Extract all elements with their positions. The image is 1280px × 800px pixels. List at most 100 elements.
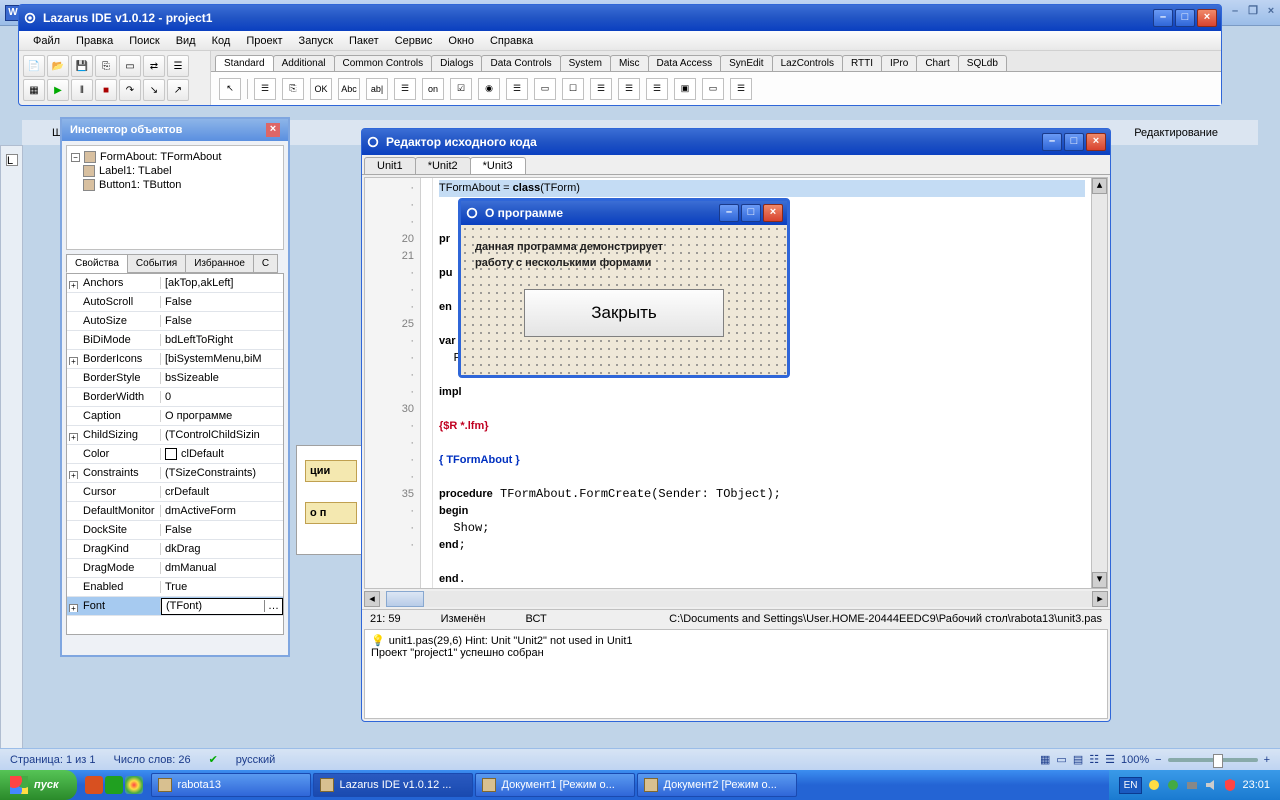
prop-font[interactable]: +Font(TFont)… [67,597,283,616]
build-success-message[interactable]: Проект "project1" успешно собран [371,647,1101,659]
taskbar-task[interactable]: Lazarus IDE v1.0.12 ... [313,773,473,797]
inspector-component-tree[interactable]: − FormAbout: TFormAbout Label1: TLabel B… [66,145,284,250]
palette-component-8[interactable]: ◉ [478,78,500,100]
menu-окно[interactable]: Окно [442,33,480,49]
arrow-tool[interactable]: ↖ [219,78,241,100]
zoom-value[interactable]: 100% [1121,754,1149,766]
comp-tab-rtti[interactable]: RTTI [842,55,882,71]
save-all-button[interactable]: ⎘ [95,55,117,77]
menu-вид[interactable]: Вид [170,33,202,49]
menu-сервис[interactable]: Сервис [389,33,439,49]
inspector-tab-0[interactable]: Свойства [66,254,128,273]
comp-tab-synedit[interactable]: SynEdit [720,55,772,71]
step-into-button[interactable]: ↘ [143,79,165,101]
tree-node[interactable]: Button1: TButton [71,178,279,192]
menu-файл[interactable]: Файл [27,33,66,49]
tree-node[interactable]: − FormAbout: TFormAbout [71,150,279,164]
ql-icon-2[interactable] [105,776,123,794]
prop-childsizing[interactable]: +ChildSizing(TControlChildSizin [67,426,283,445]
palette-component-16[interactable]: ▭ [702,78,724,100]
comp-tab-standard[interactable]: Standard [215,55,274,71]
zoom-out[interactable]: − [1155,754,1161,766]
palette-component-14[interactable]: ☰ [646,78,668,100]
tray-icon-2[interactable] [1166,778,1180,792]
tree-node[interactable]: Label1: TLabel [71,164,279,178]
save-button[interactable]: 💾 [71,55,93,77]
word-language[interactable]: русский [236,754,275,766]
comp-tab-system[interactable]: System [560,55,611,71]
palette-component-2[interactable]: OK [310,78,332,100]
stop-button[interactable]: ■ [95,79,117,101]
step-over-button[interactable]: ↷ [119,79,141,101]
hint-message[interactable]: 💡unit1.pas(29,6) Hint: Unit "Unit2" not … [371,634,1101,647]
prop-cursor[interactable]: CursorcrDefault [67,483,283,502]
editor-max[interactable]: □ [1064,133,1084,151]
word-word-count[interactable]: Число слов: 26 [114,754,191,766]
source-tab-Unit1[interactable]: Unit1 [364,157,416,174]
palette-component-1[interactable]: ⎘ [282,78,304,100]
comp-tab-ipro[interactable]: IPro [881,55,917,71]
comp-tab-dialogs[interactable]: Dialogs [431,55,482,71]
view-outline[interactable]: ☷ [1089,753,1099,766]
inspector-titlebar[interactable]: Инспектор объектов × [62,119,288,141]
palette-component-4[interactable]: ab| [366,78,388,100]
dialog-min[interactable]: – [719,204,739,222]
new-form-button[interactable]: ▭ [119,55,141,77]
palette-component-6[interactable]: on [422,78,444,100]
palette-component-11[interactable]: ☐ [562,78,584,100]
inspector-close[interactable]: × [266,123,280,137]
toggle-form-button[interactable]: ⇄ [143,55,165,77]
open-button[interactable]: 📂 [47,55,69,77]
ql-utorrent-icon[interactable] [85,776,103,794]
lazarus-titlebar[interactable]: Lazarus IDE v1.0.12 - project1 – □ × [19,5,1221,31]
editor-min[interactable]: – [1042,133,1062,151]
word-close[interactable]: × [1262,4,1280,22]
prop-bordericons[interactable]: +BorderIcons[biSystemMenu,biM [67,350,283,369]
inspector-property-grid[interactable]: +Anchors[akTop,akLeft]AutoScrollFalseAut… [66,273,284,635]
source-tab-Unit2[interactable]: *Unit2 [415,157,471,174]
taskbar-task[interactable]: Документ2 [Режим о... [637,773,797,797]
palette-component-15[interactable]: ▣ [674,78,696,100]
palette-component-13[interactable]: ☰ [618,78,640,100]
editor-close[interactable]: × [1086,133,1106,151]
menu-справка[interactable]: Справка [484,33,539,49]
menu-код[interactable]: Код [206,33,237,49]
palette-component-12[interactable]: ☰ [590,78,612,100]
taskbar-task[interactable]: Документ1 [Режим о... [475,773,635,797]
tray-clock[interactable]: 23:01 [1242,779,1270,791]
code-vscroll[interactable]: ▴ ▾ [1091,178,1107,588]
prop-enabled[interactable]: EnabledTrue [67,578,283,597]
taskbar-task[interactable]: rabota13 [151,773,311,797]
scroll-right[interactable]: ▸ [1092,591,1108,607]
source-tab-Unit3[interactable]: *Unit3 [470,157,526,174]
start-button[interactable]: пуск [0,770,77,800]
code-fold-margin[interactable] [421,178,433,588]
prop-docksite[interactable]: DockSiteFalse [67,521,283,540]
word-restore[interactable]: ❐ [1244,4,1262,22]
menu-проект[interactable]: Проект [240,33,288,49]
messages-pane[interactable]: 💡unit1.pas(29,6) Hint: Unit "Unit2" not … [364,629,1108,719]
inspector-tab-1[interactable]: События [127,254,186,273]
comp-tab-sqldb[interactable]: SQLdb [958,55,1007,71]
tray-icon-1[interactable] [1147,778,1161,792]
prop-constraints[interactable]: +Constraints(TSizeConstraints) [67,464,283,483]
dialog-titlebar[interactable]: О программе – □ × [461,201,787,225]
palette-component-0[interactable]: ☰ [254,78,276,100]
run-button[interactable]: ▶ [47,79,69,101]
prop-borderstyle[interactable]: BorderStylebsSizeable [67,369,283,388]
new-unit-button[interactable]: 📄 [23,55,45,77]
zoom-slider[interactable] [1168,758,1258,762]
palette-component-10[interactable]: ▭ [534,78,556,100]
spelling-icon[interactable]: ✔ [209,753,218,766]
hscroll-thumb[interactable] [386,591,424,607]
comp-tab-chart[interactable]: Chart [916,55,958,71]
lazarus-close[interactable]: × [1197,9,1217,27]
editor-titlebar[interactable]: Редактор исходного кода – □ × [362,129,1110,155]
view-web[interactable]: ▤ [1073,753,1083,766]
menu-пакет[interactable]: Пакет [343,33,385,49]
palette-component-17[interactable]: ☰ [730,78,752,100]
comp-tab-additional[interactable]: Additional [273,55,335,71]
ruler-marker[interactable]: L [6,154,18,166]
prop-dragmode[interactable]: DragModedmManual [67,559,283,578]
view-print-layout[interactable]: ▦ [1040,753,1050,766]
